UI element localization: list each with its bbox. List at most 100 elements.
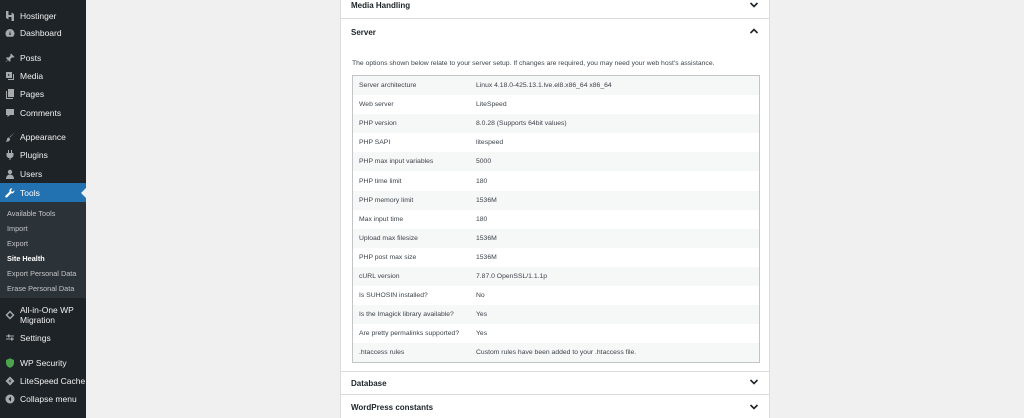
sidebar-item-label: Collapse menu	[20, 394, 77, 404]
table-row: Web server LiteSpeed	[353, 95, 759, 114]
sidebar-item-tools[interactable]: Tools	[0, 183, 86, 202]
accordion-server[interactable]: Server	[341, 20, 769, 44]
pin-icon	[5, 53, 15, 63]
submenu-export-personal-data[interactable]: Export Personal Data	[7, 269, 76, 278]
submenu-site-health[interactable]: Site Health	[7, 254, 45, 263]
sidebar-item-pages[interactable]: Pages	[0, 87, 86, 101]
table-row: Max input time 180	[353, 210, 759, 229]
wrench-icon	[5, 187, 15, 198]
row-key: PHP memory limit	[359, 196, 414, 204]
row-value: 7.87.0 OpenSSL/1.1.1p	[476, 272, 548, 280]
table-row: .htaccess rules Custom rules have been ad…	[353, 343, 759, 363]
submenu-import[interactable]: Import	[7, 224, 28, 233]
table-row: PHP memory limit 1536M	[353, 190, 759, 210]
sidebar-item-plugins[interactable]: Plugins	[0, 148, 86, 162]
admin-sidebar: Hostinger Dashboard Posts Media Pages Co…	[0, 0, 86, 418]
accordion-title: Database	[351, 378, 387, 388]
sidebar-item-label: Comments	[20, 108, 62, 118]
sidebar-item-appearance[interactable]: Appearance	[0, 130, 86, 144]
table-row: PHP time limit 180	[353, 171, 759, 190]
sidebar-item-label: Tools	[20, 187, 40, 198]
sidebar-item-label: WP Security	[20, 358, 67, 368]
chevron-down-icon	[749, 0, 759, 15]
row-value: 1536M	[476, 196, 497, 204]
sidebar-item-label: Posts	[20, 53, 42, 63]
table-row: Server architecture Linux 4.18.0-425.13.1…	[353, 76, 759, 96]
brush-icon	[5, 132, 15, 142]
row-value: Custom rules have been added to your .ht…	[476, 349, 637, 357]
collapse-menu-button[interactable]: Collapse menu	[0, 392, 86, 406]
settings-icon	[5, 333, 15, 343]
dashboard-icon	[5, 28, 15, 38]
row-key: Is the Imagick library available?	[359, 311, 454, 319]
row-value: 180	[476, 177, 488, 185]
sidebar-item-label: Hostinger	[20, 11, 57, 21]
sidebar-item-hostinger[interactable]: Hostinger	[0, 9, 86, 23]
sidebar-item-label: Plugins	[20, 150, 48, 160]
hostinger-icon	[5, 11, 15, 21]
sidebar-item-posts[interactable]: Posts	[0, 51, 86, 65]
row-key: Web server	[359, 101, 394, 109]
submenu-erase-personal-data[interactable]: Erase Personal Data	[7, 284, 74, 293]
row-key: cURL version	[359, 272, 400, 280]
sidebar-item-label: LiteSpeed Cache	[20, 376, 86, 386]
row-value: 1536M	[476, 253, 497, 261]
shield-icon	[5, 358, 15, 368]
chevron-down-icon	[749, 374, 759, 392]
collapse-icon	[5, 394, 15, 404]
row-key: Server architecture	[359, 82, 417, 90]
table-row: PHP SAPI litespeed	[353, 133, 759, 152]
sidebar-item-media[interactable]: Media	[0, 69, 86, 83]
sidebar-item-label: Users	[20, 169, 43, 179]
row-key: PHP version	[359, 120, 397, 128]
chevron-down-icon	[749, 399, 759, 417]
table-row: PHP post max size 1536M	[353, 248, 759, 267]
accordion-title: Server	[351, 27, 376, 37]
table-row: Are pretty permalinks supported? Yes	[353, 324, 759, 343]
row-key: Max input time	[359, 215, 404, 223]
row-key: Is SUHOSIN installed?	[359, 292, 428, 300]
table-row: Is the Imagick library available? Yes	[353, 305, 759, 325]
accordion-wordpress-constants[interactable]: WordPress constants	[341, 396, 769, 418]
sidebar-item-wp-security[interactable]: WP Security	[0, 356, 86, 370]
row-key: Are pretty permalinks supported?	[359, 330, 460, 338]
chevron-up-icon	[749, 23, 759, 41]
row-value: 180	[476, 215, 488, 223]
users-icon	[5, 169, 15, 179]
tools-submenu: Available Tools Import Export Site Healt…	[0, 202, 86, 298]
sidebar-item-dashboard[interactable]: Dashboard	[0, 26, 86, 40]
sidebar-item-label: Dashboard	[20, 28, 62, 38]
row-key: .htaccess rules	[359, 349, 405, 357]
media-icon	[5, 71, 15, 81]
litespeed-icon	[5, 376, 15, 386]
accordion-title: WordPress constants	[351, 403, 434, 412]
sidebar-item-settings[interactable]: Settings	[0, 331, 86, 345]
sidebar-item-users[interactable]: Users	[0, 167, 86, 181]
sidebar-item-litespeed-cache[interactable]: LiteSpeed Cache	[0, 374, 86, 388]
sidebar-item-label: Media	[20, 71, 44, 81]
pages-icon	[5, 89, 15, 99]
row-value: litespeed	[476, 139, 504, 147]
accordion-title: Media Handling	[351, 1, 411, 10]
row-key: Upload max filesize	[359, 234, 418, 242]
table-row: Is SUHOSIN installed? No	[353, 286, 759, 305]
row-value: No	[476, 292, 485, 300]
row-key: PHP SAPI	[359, 139, 391, 147]
comments-icon	[5, 108, 15, 118]
accordion-database[interactable]: Database	[341, 371, 769, 395]
submenu-available-tools[interactable]: Available Tools	[7, 209, 55, 218]
row-value: Linux 4.18.0-425.13.1.lve.el8.x86_64 x86…	[476, 82, 612, 90]
server-info-table: Server architecture Linux 4.18.0-425.13.1…	[352, 75, 760, 364]
sidebar-item-all-in-one-wp-migration[interactable]: All-in-One WP Migration	[0, 304, 86, 326]
sidebar-item-label: Appearance	[20, 132, 66, 142]
row-value: 8.0.28 (Supports 64bit values)	[476, 120, 567, 128]
accordion-media-handling[interactable]: Media Handling	[341, 0, 769, 19]
table-row: PHP version 8.0.28 (Supports 64bit values…	[353, 114, 759, 134]
sidebar-item-label: All-in-One WP Migration	[20, 305, 74, 325]
sidebar-item-label: Settings	[20, 333, 51, 343]
row-key: PHP time limit	[359, 177, 402, 185]
row-value: 5000	[476, 158, 492, 166]
sidebar-item-comments[interactable]: Comments	[0, 106, 86, 120]
submenu-export[interactable]: Export	[7, 239, 28, 248]
table-row: PHP max input variables 5000	[353, 152, 759, 172]
